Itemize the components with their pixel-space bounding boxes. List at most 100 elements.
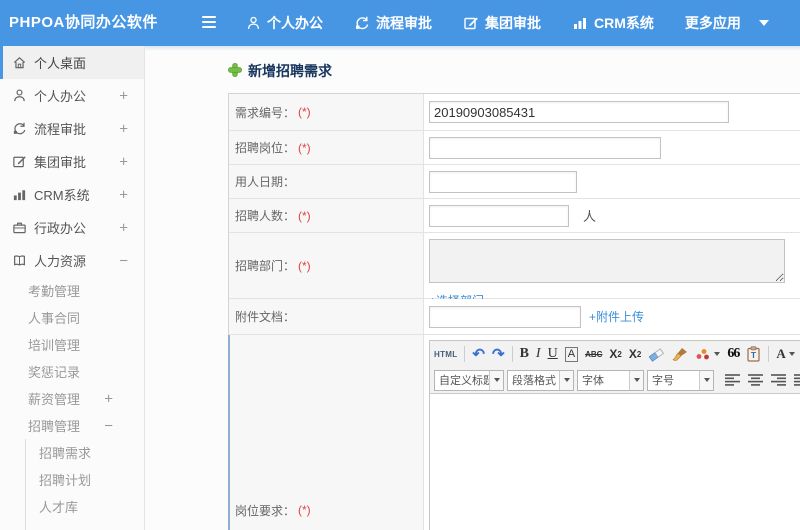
emoticon-color-icon[interactable]: [695, 347, 721, 361]
headcount-input[interactable]: [429, 204, 569, 227]
paste-text-icon[interactable]: T: [746, 346, 761, 362]
page-title: 新增招聘需求: [228, 61, 800, 81]
expand-icon[interactable]: +: [104, 390, 113, 407]
top-nav: 个人办公 流程审批 集团审批 CRM系统 更多应用: [246, 0, 769, 46]
department-textarea[interactable]: [429, 239, 785, 283]
collapse-icon[interactable]: −: [104, 417, 113, 434]
process-icon: [11, 121, 27, 137]
heading-select[interactable]: 自定义标题: [434, 369, 504, 391]
sidebar-item-crm-system[interactable]: CRM系统 +: [0, 178, 144, 211]
align-left-icon[interactable]: [724, 373, 741, 387]
sidebar-item-salary-mgmt[interactable]: 薪资管理 +: [0, 385, 144, 412]
demand-no-input[interactable]: [429, 101, 729, 123]
redo-icon[interactable]: ↷: [492, 347, 505, 362]
sidebar-item-group-approval[interactable]: 集团审批 +: [0, 145, 144, 178]
form-row-department: 招聘部门： (*) +选择部门: [229, 233, 800, 308]
paragraph-format-select[interactable]: 段落格式: [507, 369, 574, 391]
font-family-select[interactable]: 字体: [577, 369, 644, 391]
caret-down-icon: [559, 370, 573, 390]
sidebar-item-personal-desktop[interactable]: 个人桌面: [0, 46, 144, 79]
alignment-buttons: [724, 373, 800, 387]
required-mark: (*): [298, 208, 311, 223]
sidebar-item-recruit-demand[interactable]: 招聘需求: [26, 439, 144, 466]
font-size-select[interactable]: 字号: [647, 369, 714, 391]
expand-icon[interactable]: +: [119, 186, 128, 203]
field-label: 岗位要求： (*): [229, 335, 424, 530]
sidebar: 个人桌面 个人办公 + 流程审批 + 集团审批 + CRM系统 + 行政办公 +…: [0, 46, 145, 530]
divider: [464, 346, 466, 362]
form-row-demand-no: 需求编号： (*): [229, 94, 800, 131]
sidebar-item-hr-contract[interactable]: 人事合同: [0, 304, 144, 331]
recruit-demand-form: 需求编号： (*) 招聘岗位： (*) 用人日期：: [228, 93, 800, 530]
chart-icon: [572, 15, 588, 31]
menu-toggle-icon[interactable]: [202, 16, 216, 31]
process-icon: [354, 15, 370, 31]
expand-icon[interactable]: +: [119, 87, 128, 104]
required-mark: (*): [298, 258, 311, 273]
field-label: 招聘岗位： (*): [229, 131, 424, 164]
align-center-icon[interactable]: [747, 373, 764, 387]
editor-toolbar-row1: HTML ↶ ↷ B I U A ABC X2 X2 66 T A: [430, 341, 800, 367]
sidebar-item-training-mgmt[interactable]: 培训管理: [0, 331, 144, 358]
expand-icon[interactable]: +: [119, 153, 128, 170]
html-source-button[interactable]: HTML: [434, 350, 457, 359]
editor-content-area[interactable]: [430, 394, 800, 530]
user-icon: [246, 15, 261, 31]
form-row-requirements: 岗位要求： (*) HTML ↶ ↷ B I U A ABC X 2 X 2 6…: [228, 335, 800, 530]
rich-text-editor: HTML ↶ ↷ B I U A ABC X2 X2 66 T A 自定义标题 …: [429, 340, 800, 530]
sidebar-item-reward-punish[interactable]: 奖惩记录: [0, 358, 144, 385]
bold-button[interactable]: B: [520, 346, 529, 362]
expand-icon[interactable]: +: [119, 120, 128, 137]
main-content: 新增招聘需求 需求编号： (*) 招聘岗位： (*) 用人日期：: [145, 46, 800, 530]
sidebar-item-workflow-approval[interactable]: 流程审批 +: [0, 112, 144, 145]
align-justify-icon[interactable]: [793, 373, 800, 387]
superscript-button[interactable]: X2: [609, 347, 621, 361]
eraser-icon[interactable]: [648, 347, 665, 362]
hire-date-input[interactable]: [429, 170, 577, 193]
nav-group-approval[interactable]: 集团审批: [463, 13, 541, 33]
undo-icon[interactable]: ↶: [472, 347, 485, 362]
field-label: 用人日期：: [229, 165, 424, 198]
required-mark: (*): [298, 140, 311, 155]
sidebar-item-human-resources[interactable]: 人力资源 −: [0, 244, 144, 277]
sidebar-item-talent-pool[interactable]: 人才库: [26, 493, 144, 520]
caret-down-icon: [629, 370, 643, 390]
app-logo: PHPOA协同办公软件: [9, 14, 158, 31]
expand-icon[interactable]: +: [119, 219, 128, 236]
field-label: 需求编号： (*): [229, 94, 424, 130]
field-label: 附件文档：: [229, 299, 424, 334]
home-icon: [11, 55, 27, 71]
nav-workflow-approval[interactable]: 流程审批: [354, 13, 432, 33]
top-bar: PHPOA协同办公软件 个人办公 流程审批 集团审批 CRM系统 更多应用: [0, 0, 800, 46]
divider: [511, 346, 513, 362]
caret-down-icon: [699, 370, 713, 390]
add-icon: [228, 62, 242, 80]
sidebar-item-admin-office[interactable]: 行政办公 +: [0, 211, 144, 244]
subscript-button[interactable]: X2: [629, 347, 641, 361]
font-style-button[interactable]: A: [564, 346, 579, 362]
sidebar-item-recruit-plan[interactable]: 招聘计划: [26, 466, 144, 493]
upload-attachment-link[interactable]: +附件上传: [589, 308, 644, 325]
nav-crm-system[interactable]: CRM系统: [572, 13, 654, 33]
collapse-icon[interactable]: −: [119, 252, 128, 269]
field-label: 招聘人数： (*): [229, 199, 424, 232]
underline-button[interactable]: U: [548, 346, 558, 362]
format-brush-icon[interactable]: [672, 347, 688, 362]
briefcase-icon: [11, 220, 27, 236]
book-icon: [11, 253, 27, 269]
sidebar-item-attendance-mgmt[interactable]: 考勤管理: [0, 277, 144, 304]
form-row-position: 招聘岗位： (*): [229, 131, 800, 165]
recruit-submenu: 招聘需求 招聘计划 人才库: [25, 439, 144, 530]
align-right-icon[interactable]: [770, 373, 787, 387]
font-color-button[interactable]: A: [776, 346, 795, 362]
sidebar-item-personal-office[interactable]: 个人办公 +: [0, 79, 144, 112]
caret-down-icon: [758, 20, 769, 26]
attachment-input[interactable]: [429, 305, 581, 328]
italic-button[interactable]: I: [536, 346, 541, 362]
blockquote-button[interactable]: 66: [727, 346, 740, 362]
nav-more-apps[interactable]: 更多应用: [685, 13, 769, 33]
position-input[interactable]: [429, 136, 661, 159]
nav-personal-office[interactable]: 个人办公: [246, 13, 323, 33]
sidebar-item-recruit-mgmt[interactable]: 招聘管理 −: [0, 412, 144, 439]
strikethrough-button[interactable]: ABC: [585, 350, 602, 359]
